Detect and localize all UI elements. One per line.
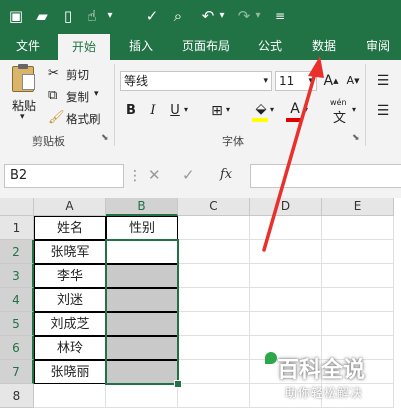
annotation-arrow [262, 56, 324, 252]
